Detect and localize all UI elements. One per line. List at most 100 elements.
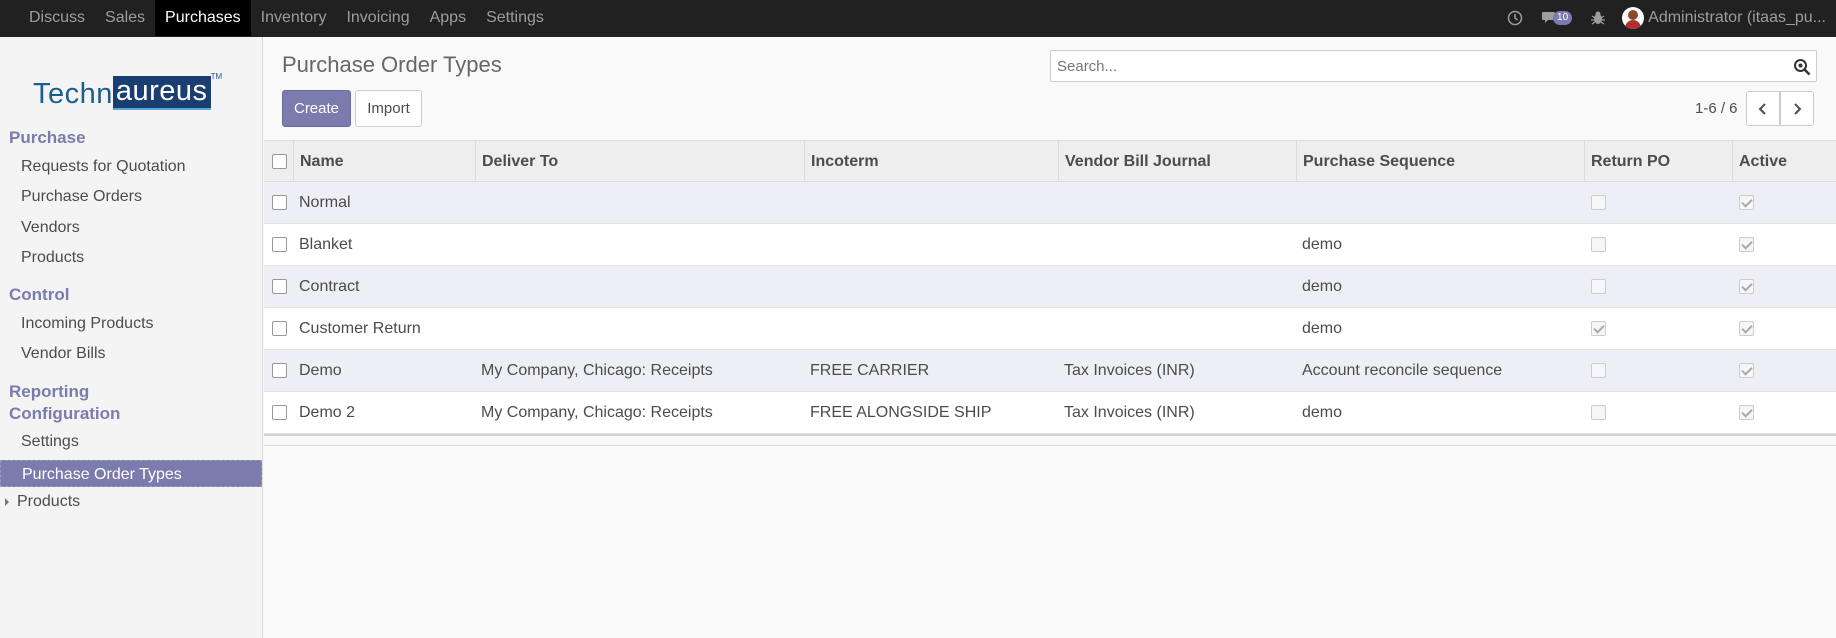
cell-vendor-bill-journal <box>1058 182 1064 223</box>
active-checkbox <box>1739 237 1754 252</box>
sidebar-item-vendor-bills[interactable]: Vendor Bills <box>21 345 106 363</box>
menu-purchases[interactable]: Purchases <box>155 0 251 36</box>
page-title: Purchase Order Types <box>282 52 502 77</box>
cell-vendor-bill-journal: Tax Invoices (INR) <box>1064 362 1195 379</box>
select-all-checkbox[interactable] <box>272 154 287 169</box>
import-button[interactable]: Import <box>355 90 422 127</box>
sidebar-item-vendors[interactable]: Vendors <box>21 219 80 237</box>
sidebar-item-label: Products <box>17 493 81 510</box>
app-menu: Discuss Sales Purchases Inventory Invoic… <box>19 0 554 36</box>
active-checkbox <box>1739 195 1754 210</box>
sidebar-item-incoming-products[interactable]: Incoming Products <box>21 315 154 333</box>
cell-incoterm <box>804 308 810 349</box>
list-table: Name Deliver To Incoterm Vendor Bill Jou… <box>264 140 1836 446</box>
row-select-checkbox[interactable] <box>272 237 287 252</box>
return-po-checkbox <box>1591 195 1606 210</box>
cell-purchase-sequence: Account reconcile sequence <box>1302 362 1503 379</box>
cell-incoterm <box>804 224 810 265</box>
sidebar-item-requests-for-quotation[interactable]: Requests for Quotation <box>21 158 186 176</box>
user-menu[interactable]: Administrator (itaas_pu... <box>1622 7 1826 29</box>
sidebar-item-settings[interactable]: Settings <box>21 433 79 451</box>
column-header-purchase-sequence[interactable]: Purchase Sequence <box>1296 141 1584 182</box>
caret-right-icon <box>5 498 9 506</box>
section-control[interactable]: Control <box>9 284 69 306</box>
active-checkbox <box>1739 279 1754 294</box>
search-bar <box>1050 50 1817 82</box>
cell-deliver-to <box>475 266 481 307</box>
cell-vendor-bill-journal <box>1058 308 1064 349</box>
menu-sales[interactable]: Sales <box>95 0 155 36</box>
cell-name: Contract <box>299 278 360 295</box>
section-reporting[interactable]: Reporting <box>9 381 89 403</box>
cell-vendor-bill-journal: Tax Invoices (INR) <box>1064 404 1195 421</box>
chevron-left-icon <box>1758 102 1766 115</box>
avatar <box>1622 7 1645 29</box>
return-po-checkbox <box>1591 321 1606 336</box>
pager-value[interactable]: 1-6 / 6 <box>1695 100 1738 117</box>
sidebar-item-purchase-orders[interactable]: Purchase Orders <box>21 188 142 206</box>
cell-deliver-to <box>475 308 481 349</box>
search-icon[interactable] <box>1793 58 1811 81</box>
column-header-deliver-to[interactable]: Deliver To <box>475 141 804 182</box>
menu-settings[interactable]: Settings <box>476 0 554 36</box>
row-select-checkbox[interactable] <box>272 363 287 378</box>
cell-purchase-sequence: demo <box>1302 404 1343 421</box>
cell-name: Normal <box>299 194 351 211</box>
pager-previous-button[interactable] <box>1746 91 1780 126</box>
table-row[interactable]: Customer Return demo <box>264 308 1836 350</box>
section-purchase[interactable]: Purchase <box>9 127 86 149</box>
row-select-checkbox[interactable] <box>272 405 287 420</box>
cell-deliver-to: My Company, Chicago: Receipts <box>481 404 713 421</box>
cell-name: Demo <box>299 362 342 379</box>
table-row[interactable]: Demo 2 My Company, Chicago: Receipts FREE … <box>264 392 1836 434</box>
cell-vendor-bill-journal <box>1058 224 1064 265</box>
menu-inventory[interactable]: Inventory <box>251 0 337 36</box>
cell-name: Demo 2 <box>299 404 356 421</box>
cell-name: Customer Return <box>299 320 421 337</box>
messages-badge: 10 <box>1553 11 1573 25</box>
menu-discuss[interactable]: Discuss <box>19 0 95 36</box>
return-po-checkbox <box>1591 237 1606 252</box>
column-header-vendor-bill-journal[interactable]: Vendor Bill Journal <box>1058 141 1296 182</box>
search-input[interactable] <box>1051 51 1751 81</box>
sidebar-item-purchase-order-types[interactable]: Purchase Order Types <box>0 460 262 487</box>
cell-deliver-to: My Company, Chicago: Receipts <box>481 362 713 379</box>
cell-vendor-bill-journal <box>1058 266 1064 307</box>
column-header-incoterm[interactable]: Incoterm <box>804 141 1058 182</box>
clock-icon[interactable] <box>1507 10 1523 26</box>
create-button[interactable]: Create <box>282 90 351 127</box>
user-name: Administrator (itaas_pu... <box>1648 9 1826 26</box>
row-select-checkbox[interactable] <box>272 195 287 210</box>
cell-purchase-sequence: demo <box>1302 320 1343 337</box>
active-checkbox <box>1739 321 1754 336</box>
column-header-name[interactable]: Name <box>293 141 446 182</box>
active-checkbox <box>1739 363 1754 378</box>
row-select-checkbox[interactable] <box>272 321 287 336</box>
return-po-checkbox <box>1591 279 1606 294</box>
table-row[interactable]: Normal <box>264 182 1836 224</box>
cell-deliver-to <box>475 224 481 265</box>
pager-next-button[interactable] <box>1780 91 1814 126</box>
section-configuration[interactable]: Configuration <box>9 403 120 425</box>
cell-purchase-sequence <box>1296 182 1302 223</box>
cell-incoterm <box>804 182 810 223</box>
cell-name: Blanket <box>299 236 353 253</box>
column-header-active[interactable]: Active <box>1732 141 1836 182</box>
table-row[interactable]: Demo My Company, Chicago: Receipts FREE CA… <box>264 350 1836 392</box>
column-header-return-po[interactable]: Return PO <box>1584 141 1732 182</box>
top-navbar: Discuss Sales Purchases Inventory Invoic… <box>0 0 1836 37</box>
messages-icon[interactable]: 10 <box>1541 10 1573 26</box>
cell-incoterm <box>804 266 810 307</box>
row-select-checkbox[interactable] <box>272 279 287 294</box>
table-row[interactable]: Contract demo <box>264 266 1836 308</box>
cell-purchase-sequence: demo <box>1302 236 1343 253</box>
menu-invoicing[interactable]: Invoicing <box>336 0 419 36</box>
sidebar-item-products-toggle[interactable]: Products <box>5 493 80 511</box>
table-header: Name Deliver To Incoterm Vendor Bill Jou… <box>264 140 1836 182</box>
table-footer <box>264 434 1836 446</box>
sidebar-item-products[interactable]: Products <box>21 249 84 267</box>
cell-incoterm: FREE CARRIER <box>810 362 930 379</box>
table-row[interactable]: Blanket demo <box>264 224 1836 266</box>
debug-bug-icon[interactable] <box>1590 10 1606 26</box>
menu-apps[interactable]: Apps <box>420 0 476 36</box>
